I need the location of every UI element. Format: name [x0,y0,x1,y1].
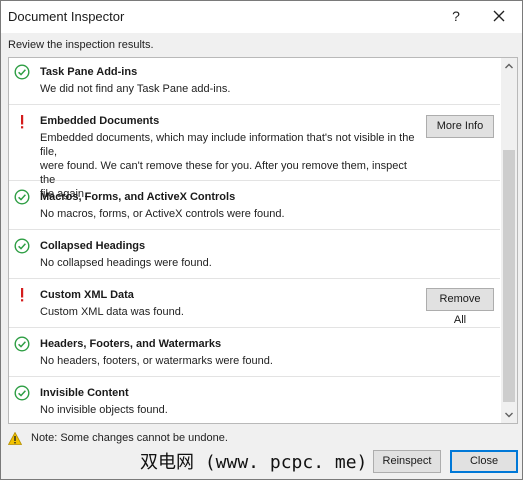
note-text: Note: Some changes cannot be undone. [31,432,228,444]
result-row-task-pane-add-ins: Task Pane Add-ins We did not find any Ta… [9,58,500,105]
result-title: Collapsed Headings [40,240,146,252]
result-row-invisible-content: Invisible Content No invisible objects f… [9,376,500,423]
check-circle-icon [14,189,30,205]
close-button[interactable]: Close [450,450,518,473]
more-info-button[interactable]: More Info [426,115,494,138]
result-description: We did not find any Task Pane add-ins. [40,83,231,95]
title-bar: Document Inspector ? [1,1,522,33]
exclamation-icon [21,288,24,302]
remove-all-button[interactable]: Remove All [426,288,494,326]
result-description: No invisible objects found. [40,404,168,416]
help-button[interactable]: ? [449,7,463,25]
result-description: Custom XML data was found. [40,306,184,318]
result-row-collapsed-headings: Collapsed Headings No collapsed headings… [9,229,500,279]
vertical-scrollbar[interactable] [501,58,517,423]
result-description: No collapsed headings were found. [40,257,212,269]
warning-triangle-icon [8,432,22,445]
watermark-text: 双电网 (www. pcpc. me) [140,452,368,473]
scroll-down-arrow-icon[interactable] [501,407,517,423]
check-circle-icon [14,336,30,352]
result-title: Custom XML Data [40,289,134,301]
result-title: Headers, Footers, and Watermarks [40,338,222,350]
result-row-headers-footers-watermarks: Headers, Footers, and Watermarks No head… [9,327,500,377]
check-circle-icon [14,64,30,80]
scroll-up-arrow-icon[interactable] [501,58,517,74]
check-circle-icon [14,238,30,254]
result-row-custom-xml-data: Custom XML Data Custom XML data was foun… [9,278,500,328]
result-description: No headers, footers, or watermarks were … [40,355,273,367]
result-title: Invisible Content [40,387,129,399]
results-list[interactable]: Task Pane Add-ins We did not find any Ta… [8,57,518,424]
document-inspector-dialog: Document Inspector ? Review the inspecti… [0,0,523,480]
result-title: Macros, Forms, and ActiveX Controls [40,191,236,203]
scrollbar-thumb[interactable] [503,150,515,402]
result-title: Embedded Documents [40,115,160,127]
description-line: Embedded documents, which may include in… [40,132,415,158]
close-icon[interactable] [490,7,508,25]
result-row-embedded-documents: Embedded Documents Embedded documents, w… [9,104,500,200]
exclamation-icon [21,115,24,129]
result-title: Task Pane Add-ins [40,66,138,78]
check-circle-icon [14,385,30,401]
result-row-macros-forms-activex: Macros, Forms, and ActiveX Controls No m… [9,180,500,230]
result-description: No macros, forms, or ActiveX controls we… [40,208,285,220]
window-title: Document Inspector [8,9,125,24]
instructions-text: Review the inspection results. [8,39,154,51]
reinspect-button[interactable]: Reinspect [373,450,441,473]
